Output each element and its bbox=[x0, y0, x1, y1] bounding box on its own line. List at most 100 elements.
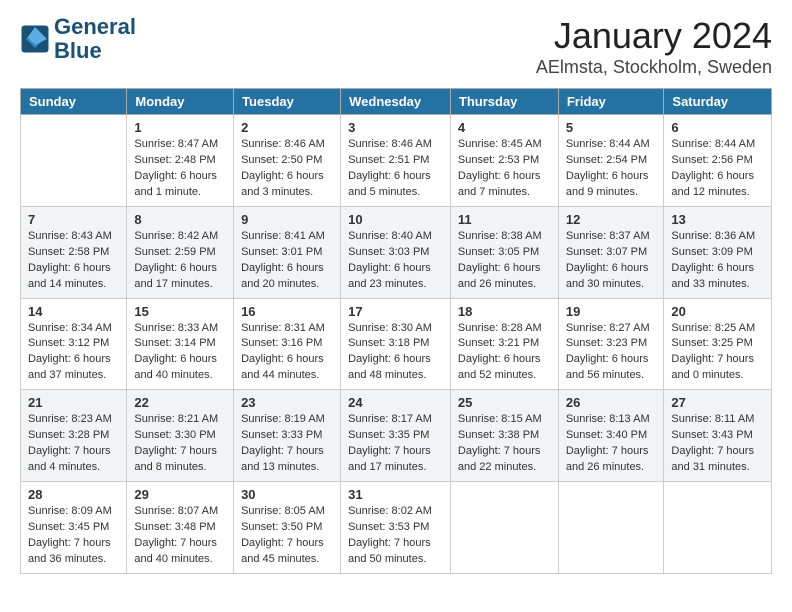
calendar-cell: 13 Sunrise: 8:36 AM Sunset: 3:09 PM Dayli… bbox=[664, 206, 772, 298]
calendar-cell: 15 Sunrise: 8:33 AM Sunset: 3:14 PM Dayli… bbox=[127, 298, 234, 390]
day-number: 2 bbox=[241, 120, 333, 135]
day-number: 20 bbox=[671, 304, 764, 319]
day-info: Sunrise: 8:07 AM Sunset: 3:48 PM Dayligh… bbox=[134, 504, 226, 568]
day-info: Sunrise: 8:02 AM Sunset: 3:53 PM Dayligh… bbox=[348, 504, 443, 568]
day-number: 26 bbox=[566, 395, 657, 410]
day-number: 11 bbox=[458, 212, 551, 227]
day-info: Sunrise: 8:44 AM Sunset: 2:56 PM Dayligh… bbox=[671, 137, 764, 201]
logo-text: General Blue bbox=[54, 15, 136, 63]
calendar-cell: 26 Sunrise: 8:13 AM Sunset: 3:40 PM Dayli… bbox=[558, 390, 664, 482]
calendar-week-row: 14 Sunrise: 8:34 AM Sunset: 3:12 PM Dayli… bbox=[21, 298, 772, 390]
day-number: 30 bbox=[241, 487, 333, 502]
day-number: 23 bbox=[241, 395, 333, 410]
calendar-cell: 8 Sunrise: 8:42 AM Sunset: 2:59 PM Daylig… bbox=[127, 206, 234, 298]
day-info: Sunrise: 8:05 AM Sunset: 3:50 PM Dayligh… bbox=[241, 504, 333, 568]
day-info: Sunrise: 8:13 AM Sunset: 3:40 PM Dayligh… bbox=[566, 412, 657, 476]
day-info: Sunrise: 8:17 AM Sunset: 3:35 PM Dayligh… bbox=[348, 412, 443, 476]
calendar-cell: 24 Sunrise: 8:17 AM Sunset: 3:35 PM Dayli… bbox=[341, 390, 451, 482]
calendar-cell: 20Sunrise: 8:25 AM Sunset: 3:25 PM Dayli… bbox=[664, 298, 772, 390]
calendar-cell: 7 Sunrise: 8:43 AM Sunset: 2:58 PM Daylig… bbox=[21, 206, 127, 298]
calendar-cell: 9 Sunrise: 8:41 AM Sunset: 3:01 PM Daylig… bbox=[234, 206, 341, 298]
calendar-cell: 3Sunrise: 8:46 AM Sunset: 2:51 PM Daylig… bbox=[341, 115, 451, 207]
day-info: Sunrise: 8:42 AM Sunset: 2:59 PM Dayligh… bbox=[134, 229, 226, 293]
calendar-day-header: Tuesday bbox=[234, 89, 341, 115]
calendar-cell: 1Sunrise: 8:47 AM Sunset: 2:48 PM Daylig… bbox=[127, 115, 234, 207]
day-info: Sunrise: 8:34 AM Sunset: 3:12 PM Dayligh… bbox=[28, 321, 119, 385]
day-number: 13 bbox=[671, 212, 764, 227]
calendar-cell: 30 Sunrise: 8:05 AM Sunset: 3:50 PM Dayli… bbox=[234, 482, 341, 574]
day-info: Sunrise: 8:41 AM Sunset: 3:01 PM Dayligh… bbox=[241, 229, 333, 293]
day-info: Sunrise: 8:43 AM Sunset: 2:58 PM Dayligh… bbox=[28, 229, 119, 293]
day-number: 19 bbox=[566, 304, 657, 319]
day-number: 9 bbox=[241, 212, 333, 227]
day-info: Sunrise: 8:36 AM Sunset: 3:09 PM Dayligh… bbox=[671, 229, 764, 293]
day-number: 6 bbox=[671, 120, 764, 135]
calendar-header-row: SundayMondayTuesdayWednesdayThursdayFrid… bbox=[21, 89, 772, 115]
day-number: 5 bbox=[566, 120, 657, 135]
day-number: 27 bbox=[671, 395, 764, 410]
day-number: 12 bbox=[566, 212, 657, 227]
logo-icon bbox=[20, 24, 50, 54]
calendar-cell: 4 Sunrise: 8:45 AM Sunset: 2:53 PM Daylig… bbox=[450, 115, 558, 207]
day-number: 4 bbox=[458, 120, 551, 135]
calendar-cell: 14 Sunrise: 8:34 AM Sunset: 3:12 PM Dayli… bbox=[21, 298, 127, 390]
day-number: 7 bbox=[28, 212, 119, 227]
day-number: 3 bbox=[348, 120, 443, 135]
day-info: Sunrise: 8:46 AM Sunset: 2:50 PM Dayligh… bbox=[241, 137, 333, 201]
day-number: 25 bbox=[458, 395, 551, 410]
calendar-cell: 29 Sunrise: 8:07 AM Sunset: 3:48 PM Dayli… bbox=[127, 482, 234, 574]
day-info: Sunrise: 8:33 AM Sunset: 3:14 PM Dayligh… bbox=[134, 321, 226, 385]
calendar-cell: 17 Sunrise: 8:30 AM Sunset: 3:18 PM Dayli… bbox=[341, 298, 451, 390]
calendar-cell: 21Sunrise: 8:23 AM Sunset: 3:28 PM Dayli… bbox=[21, 390, 127, 482]
calendar-cell: 27 Sunrise: 8:11 AM Sunset: 3:43 PM Dayli… bbox=[664, 390, 772, 482]
day-number: 22 bbox=[134, 395, 226, 410]
day-info: Sunrise: 8:37 AM Sunset: 3:07 PM Dayligh… bbox=[566, 229, 657, 293]
day-info: Sunrise: 8:30 AM Sunset: 3:18 PM Dayligh… bbox=[348, 321, 443, 385]
main-title: January 2024 bbox=[536, 15, 772, 57]
title-area: January 2024 AElmsta, Stockholm, Sweden bbox=[536, 15, 772, 78]
logo-line2: Blue bbox=[54, 39, 136, 63]
calendar-cell: 31 Sunrise: 8:02 AM Sunset: 3:53 PM Dayli… bbox=[341, 482, 451, 574]
logo-line1: General bbox=[54, 15, 136, 39]
day-number: 8 bbox=[134, 212, 226, 227]
calendar-cell: 25Sunrise: 8:15 AM Sunset: 3:38 PM Dayli… bbox=[450, 390, 558, 482]
day-info: Sunrise: 8:19 AM Sunset: 3:33 PM Dayligh… bbox=[241, 412, 333, 476]
calendar-cell: 28Sunrise: 8:09 AM Sunset: 3:45 PM Dayli… bbox=[21, 482, 127, 574]
day-number: 17 bbox=[348, 304, 443, 319]
calendar-cell bbox=[664, 482, 772, 574]
day-info: Sunrise: 8:09 AM Sunset: 3:45 PM Dayligh… bbox=[28, 504, 119, 568]
calendar-cell: 23 Sunrise: 8:19 AM Sunset: 3:33 PM Dayli… bbox=[234, 390, 341, 482]
day-info: Sunrise: 8:44 AM Sunset: 2:54 PM Dayligh… bbox=[566, 137, 657, 201]
calendar-cell: 5 Sunrise: 8:44 AM Sunset: 2:54 PM Daylig… bbox=[558, 115, 664, 207]
day-number: 29 bbox=[134, 487, 226, 502]
header: General Blue January 2024 AElmsta, Stock… bbox=[20, 15, 772, 78]
day-info: Sunrise: 8:28 AM Sunset: 3:21 PM Dayligh… bbox=[458, 321, 551, 385]
logo: General Blue bbox=[20, 15, 136, 63]
day-info: Sunrise: 8:45 AM Sunset: 2:53 PM Dayligh… bbox=[458, 137, 551, 201]
calendar-day-header: Friday bbox=[558, 89, 664, 115]
day-info: Sunrise: 8:47 AM Sunset: 2:48 PM Dayligh… bbox=[134, 137, 226, 201]
day-info: Sunrise: 8:27 AM Sunset: 3:23 PM Dayligh… bbox=[566, 321, 657, 385]
calendar-day-header: Saturday bbox=[664, 89, 772, 115]
calendar-day-header: Wednesday bbox=[341, 89, 451, 115]
calendar-week-row: 28Sunrise: 8:09 AM Sunset: 3:45 PM Dayli… bbox=[21, 482, 772, 574]
day-number: 24 bbox=[348, 395, 443, 410]
calendar-cell bbox=[450, 482, 558, 574]
day-info: Sunrise: 8:40 AM Sunset: 3:03 PM Dayligh… bbox=[348, 229, 443, 293]
calendar-cell: 10Sunrise: 8:40 AM Sunset: 3:03 PM Dayli… bbox=[341, 206, 451, 298]
calendar-cell: 11Sunrise: 8:38 AM Sunset: 3:05 PM Dayli… bbox=[450, 206, 558, 298]
day-number: 15 bbox=[134, 304, 226, 319]
day-number: 31 bbox=[348, 487, 443, 502]
calendar-cell bbox=[558, 482, 664, 574]
calendar-cell: 19 Sunrise: 8:27 AM Sunset: 3:23 PM Dayli… bbox=[558, 298, 664, 390]
day-info: Sunrise: 8:11 AM Sunset: 3:43 PM Dayligh… bbox=[671, 412, 764, 476]
calendar-cell: 18Sunrise: 8:28 AM Sunset: 3:21 PM Dayli… bbox=[450, 298, 558, 390]
sub-title: AElmsta, Stockholm, Sweden bbox=[536, 57, 772, 78]
calendar-cell: 16Sunrise: 8:31 AM Sunset: 3:16 PM Dayli… bbox=[234, 298, 341, 390]
calendar-cell: 2 Sunrise: 8:46 AM Sunset: 2:50 PM Daylig… bbox=[234, 115, 341, 207]
calendar-week-row: 1Sunrise: 8:47 AM Sunset: 2:48 PM Daylig… bbox=[21, 115, 772, 207]
day-number: 14 bbox=[28, 304, 119, 319]
page: General Blue January 2024 AElmsta, Stock… bbox=[0, 0, 792, 612]
calendar-week-row: 21Sunrise: 8:23 AM Sunset: 3:28 PM Dayli… bbox=[21, 390, 772, 482]
calendar-day-header: Monday bbox=[127, 89, 234, 115]
